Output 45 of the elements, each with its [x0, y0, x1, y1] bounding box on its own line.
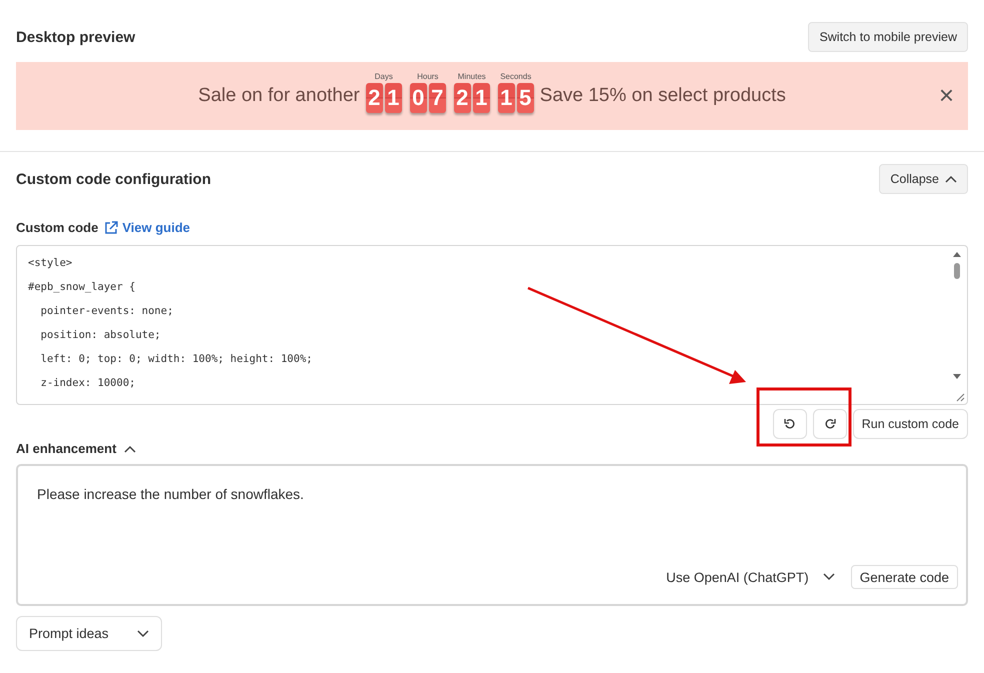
countdown-digit: 2	[454, 82, 471, 112]
code-line: #epb_snow_layer {	[28, 280, 136, 295]
code-line: left: 0; top: 0; width: 100%; height: 100%;	[40, 352, 314, 367]
close-button[interactable]: ×	[938, 84, 954, 106]
collapse-button[interactable]: Collapse	[879, 164, 968, 194]
chevron-icon	[124, 444, 136, 452]
section-label: AI enhancement	[16, 441, 116, 456]
countdown-digit: 0	[410, 82, 427, 112]
prompt-field[interactable]: Please increase the number of snowflakes. Use OpenAI (ChatGPT) Generate code	[16, 464, 968, 606]
resize-handle-icon[interactable]	[955, 392, 965, 402]
banner-text: Sale on for another	[198, 85, 360, 107]
undo-button[interactable]	[772, 409, 807, 439]
redo-icon	[824, 418, 836, 430]
page-title: Desktop preview	[16, 28, 136, 46]
prompt-text: Please increase the number of snowflakes.	[37, 486, 304, 502]
redo-button[interactable]	[812, 409, 847, 439]
generate-code-button[interactable]: Generate code	[850, 565, 958, 589]
countdown-digit: 1	[472, 82, 490, 112]
prompt-ideas-dropdown[interactable]: Prompt ideas	[16, 616, 162, 651]
field-label: Custom code	[16, 220, 98, 235]
code-editor[interactable]: <style> #epb_snow_layer { pointer-events: none; position: absolute; left: 0; top: 0; width: 100%; height: 100%; z-index: 10000;	[16, 245, 968, 405]
view-guide-link[interactable]: View guide	[122, 220, 190, 235]
countdown-digit: 7	[428, 82, 446, 112]
code-line: z-index: 10000;	[40, 376, 136, 391]
toggle-chevron[interactable]	[124, 444, 136, 452]
chevron-icon	[945, 175, 957, 183]
countdown-label: Seconds	[500, 72, 532, 80]
chevron-icon	[137, 630, 149, 638]
switch-to-mobile-button[interactable]: Switch to mobile preview	[808, 22, 968, 52]
countdown-label: Minutes	[458, 72, 486, 80]
countdown-label: Hours	[417, 72, 438, 80]
countdown-label: Days	[374, 72, 393, 80]
banner-text: Save 15% on select products	[540, 85, 786, 107]
code-line: <style>	[28, 256, 74, 271]
countdown-digit: 1	[384, 82, 402, 112]
run-code-button[interactable]: Run custom code	[852, 409, 968, 439]
countdown-digit: 2	[366, 82, 383, 112]
section-title: Custom code configuration	[16, 170, 211, 188]
countdown-digit: 1	[498, 82, 515, 112]
code-line: position: absolute;	[40, 328, 162, 343]
undo-icon	[784, 418, 796, 430]
countdown-digit: 5	[516, 82, 534, 112]
chevron-icon	[822, 573, 835, 581]
external-link-icon	[104, 220, 118, 234]
code-line: pointer-events: none;	[40, 304, 174, 319]
